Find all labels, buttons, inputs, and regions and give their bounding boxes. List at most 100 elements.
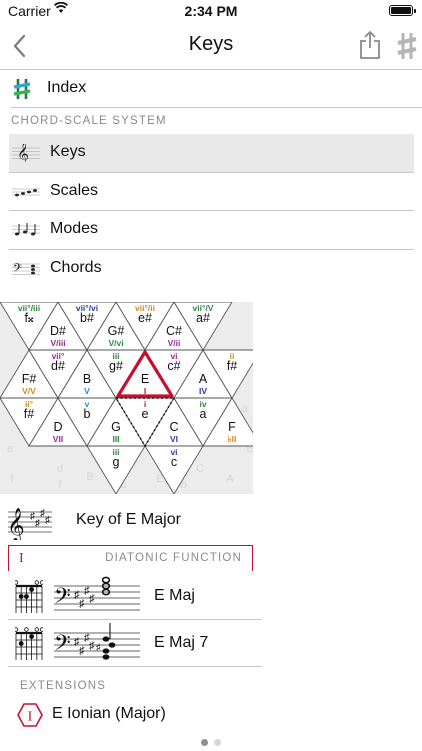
- treble-clef-icon: 𝄞: [12, 144, 40, 162]
- ghost-label: B: [86, 471, 93, 483]
- chord-row[interactable]: 𝄢 ♯ ♯ ♯ ♯ ♯ E Maj 7: [8, 621, 262, 667]
- list-item-scales[interactable]: Scales: [9, 173, 414, 211]
- function-label: vii°/vi: [76, 303, 98, 313]
- svg-text:𝄢: 𝄢: [54, 583, 71, 613]
- list-item-chords[interactable]: 𝄢 Chords: [9, 250, 414, 289]
- note-label: c#: [167, 359, 180, 373]
- svg-text:𝄞: 𝄞: [17, 144, 29, 162]
- item-label: Scales: [50, 181, 99, 199]
- function-label: V: [84, 386, 90, 396]
- note-label: c: [171, 455, 177, 469]
- ghost-label: d: [57, 463, 63, 475]
- battery-icon: [389, 5, 416, 16]
- function-label: v: [85, 399, 90, 409]
- chord-name: E Maj 7: [154, 634, 209, 651]
- function-label: iii: [112, 351, 119, 361]
- scale-notes-icon: [12, 188, 40, 196]
- note-label: D#: [50, 324, 66, 338]
- function-label: IV: [199, 386, 207, 396]
- function-label: vii°: [52, 351, 65, 361]
- key-row[interactable]: 𝄞 ♯ ♯ ♯ ♯ Key of E Major: [0, 502, 422, 540]
- bass-clef-notation-icon: 𝄢 ♯ ♯ ♯ ♯: [54, 576, 140, 613]
- chord-diagram-icon: [15, 627, 43, 660]
- function-label: V/ii: [168, 338, 181, 348]
- function-label: vii°/ii: [135, 303, 155, 313]
- function-label: VII: [53, 434, 63, 444]
- note-label: e#: [138, 311, 152, 325]
- list-item-keys[interactable]: 𝄞 Keys: [9, 134, 414, 173]
- extension-item-ionian[interactable]: I E Ionian (Major): [0, 700, 422, 730]
- chord-diagram-icon: [15, 580, 43, 613]
- key-signature-icon: 𝄞 ♯ ♯ ♯ ♯: [8, 508, 52, 540]
- function-label: iii: [112, 447, 119, 457]
- note-label: B: [83, 372, 91, 386]
- ghost-label: C: [196, 463, 204, 475]
- note-label: a#: [196, 311, 210, 325]
- mode-notes-icon: [12, 223, 40, 236]
- roman-numeral: I: [19, 551, 24, 566]
- item-label: Keys: [50, 143, 86, 160]
- key-label: Key of E Major: [76, 511, 181, 528]
- note-label: F#: [22, 372, 37, 386]
- svg-text:♯: ♯: [96, 642, 101, 652]
- ghost-label: e: [7, 443, 13, 455]
- note-label: b: [84, 407, 91, 421]
- function-label: vii°/iii: [18, 303, 40, 313]
- bass-clef-chord-icon: 𝄢: [12, 261, 40, 277]
- tonnetz-grid[interactable]: fdBECAFdacEbBAbfef𝄪vii°/iiiD#V/iiib#vii°…: [0, 302, 253, 494]
- function-label: vi: [170, 447, 177, 457]
- note-label: G: [111, 420, 121, 434]
- function-label: ♭II: [228, 434, 237, 444]
- diatonic-function-label: DIATONIC FUNCTION: [105, 552, 242, 564]
- sharp-icon: [13, 79, 31, 99]
- page-dot[interactable]: [214, 739, 221, 746]
- function-label: V/iii: [50, 338, 65, 348]
- svg-text:♯: ♯: [79, 645, 85, 657]
- note-label: d#: [51, 359, 65, 373]
- mode-badge-icon: I: [17, 703, 43, 727]
- function-label: VI: [170, 434, 178, 444]
- mode-badge-numeral: I: [28, 710, 33, 725]
- navigation-bar: Keys: [0, 24, 422, 70]
- list-item-modes[interactable]: Modes: [9, 211, 414, 250]
- function-label: vi: [170, 351, 177, 361]
- extensions-header: EXTENSIONS: [20, 680, 107, 692]
- page-indicator[interactable]: [0, 733, 422, 746]
- item-label: Chords: [50, 258, 102, 276]
- function-label: III: [112, 434, 119, 444]
- function-label: vii°/V: [193, 303, 214, 313]
- page-dot[interactable]: [201, 739, 208, 746]
- index-label: Index: [47, 79, 87, 96]
- svg-text:𝄢: 𝄢: [13, 261, 22, 277]
- note-label: D: [53, 420, 62, 434]
- note-label: f#: [24, 407, 34, 421]
- svg-text:♯: ♯: [45, 515, 50, 526]
- function-label: ii: [230, 351, 235, 361]
- note-label: b#: [80, 311, 94, 325]
- svg-text:♯: ♯: [79, 598, 85, 610]
- note-label: f𝄪: [24, 311, 33, 325]
- note-label: F: [228, 420, 236, 434]
- bass-clef-notation-icon: 𝄢 ♯ ♯ ♯ ♯ ♯: [54, 623, 140, 660]
- section-header: CHORD-SCALE SYSTEM: [11, 115, 167, 127]
- function-label: iv: [199, 399, 206, 409]
- index-row[interactable]: Index: [11, 70, 422, 108]
- share-icon[interactable]: [358, 30, 382, 60]
- svg-text:♯: ♯: [89, 593, 95, 605]
- ghost-label: a: [242, 403, 249, 415]
- function-label: V/V: [22, 386, 36, 396]
- diatonic-function-header: I DIATONIC FUNCTION: [8, 545, 253, 571]
- chord-row[interactable]: 𝄢 ♯ ♯ ♯ ♯ E Maj: [8, 574, 262, 620]
- extension-label: E Ionian (Major): [52, 705, 166, 722]
- note-label: e: [142, 407, 149, 421]
- tonnetz-svg[interactable]: fdBECAFdacEbBAbfef𝄪vii°/iiiD#V/iiib#vii°…: [0, 302, 253, 494]
- svg-text:♯: ♯: [89, 640, 95, 652]
- function-label: i: [144, 399, 146, 409]
- clock: 2:34 PM: [184, 3, 238, 19]
- chord-name: E Maj: [154, 587, 195, 604]
- svg-text:♯: ♯: [35, 518, 40, 529]
- note-label: G#: [108, 324, 125, 338]
- note-label: g: [113, 455, 120, 469]
- sharp-icon[interactable]: [396, 31, 418, 61]
- function-label: ii°: [25, 399, 34, 409]
